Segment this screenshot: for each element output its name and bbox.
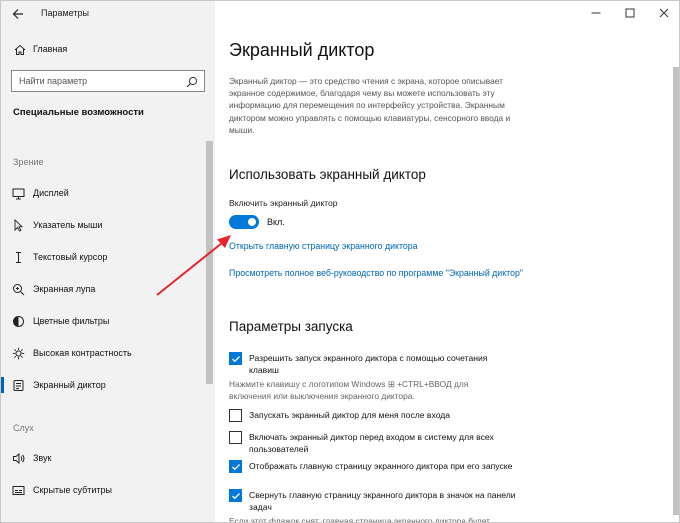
checkbox-checked[interactable] bbox=[229, 460, 242, 473]
option-show-home[interactable]: Отображать главную страницу экранного ди… bbox=[229, 459, 519, 485]
search-icon[interactable] bbox=[186, 75, 198, 88]
sidebar-item-captions[interactable]: Скрытые субтитры bbox=[1, 477, 205, 503]
sidebar-item-label: Высокая контрастность bbox=[33, 348, 132, 358]
toggle-state-label: Вкл. bbox=[267, 217, 285, 227]
sidebar-item-label: Экранная лупа bbox=[33, 284, 96, 294]
open-narrator-home-link[interactable]: Открыть главную страницу экранного дикто… bbox=[229, 240, 418, 252]
option-label: Запускать экранный диктор для меня после… bbox=[249, 410, 451, 420]
checkbox-checked[interactable] bbox=[229, 489, 242, 502]
option-label: Разрешить запуск экранного диктора с пом… bbox=[249, 353, 488, 375]
sidebar-item-label: Указатель мыши bbox=[33, 220, 103, 230]
sidebar-item-label: Звук bbox=[33, 453, 52, 463]
sidebar-item-display[interactable]: Дисплей bbox=[1, 180, 205, 206]
section-title: Специальные возможности bbox=[13, 107, 144, 118]
display-icon bbox=[11, 186, 25, 200]
speaker-icon bbox=[11, 451, 25, 465]
title-bar: Параметры bbox=[1, 1, 215, 27]
sidebar-item-label: Дисплей bbox=[33, 188, 69, 198]
magnifier-icon bbox=[11, 282, 25, 296]
option-label: Включать экранный диктор перед входом в … bbox=[249, 432, 494, 454]
sidebar-item-label: Экранный диктор bbox=[33, 380, 106, 390]
window-title: Параметры bbox=[41, 8, 89, 18]
close-icon[interactable] bbox=[647, 1, 679, 25]
sidebar-item-color-filters[interactable]: Цветные фильтры bbox=[1, 308, 205, 334]
home-icon bbox=[13, 43, 27, 57]
window-controls bbox=[579, 1, 679, 27]
sidebar-item-label: Скрытые субтитры bbox=[33, 485, 113, 495]
sidebar-item-high-contrast[interactable]: Высокая контрастность bbox=[1, 340, 205, 366]
mouse-pointer-icon bbox=[11, 218, 25, 232]
search-box[interactable] bbox=[11, 70, 205, 92]
content-pane: Экранный диктор Экранный диктор — это ср… bbox=[215, 1, 679, 523]
page-title: Экранный диктор bbox=[229, 40, 375, 60]
narrator-guide-link[interactable]: Просмотреть полное веб-руководство по пр… bbox=[229, 267, 529, 279]
option-label: Свернуть главную страницу экранного дикт… bbox=[249, 490, 516, 512]
back-arrow-icon[interactable] bbox=[9, 5, 27, 23]
contrast-icon bbox=[11, 346, 25, 360]
option-minimize-home[interactable]: Свернуть главную страницу экранного дикт… bbox=[229, 488, 519, 514]
group-label-hearing: Слух bbox=[13, 423, 34, 433]
settings-window: Параметры Главная Специальные возможност… bbox=[0, 0, 680, 523]
shortcut-hint: Нажмите клавишу с логотипом Windows ⊞ +C… bbox=[229, 379, 469, 401]
checkbox-checked[interactable] bbox=[229, 352, 242, 365]
use-narrator-heading: Использовать экранный диктор bbox=[229, 167, 426, 182]
checkbox-unchecked[interactable] bbox=[229, 409, 242, 422]
search-input[interactable] bbox=[12, 71, 182, 91]
content-scrollbar[interactable] bbox=[673, 67, 679, 515]
annotation-arrow-icon bbox=[156, 235, 231, 296]
text-cursor-icon bbox=[11, 250, 25, 264]
option-shortcut[interactable]: Разрешить запуск экранного диктора с пом… bbox=[229, 351, 519, 377]
sidebar-item-narrator[interactable]: Экранный диктор bbox=[1, 372, 205, 398]
option-start-before-signin[interactable]: Включать экранный диктор перед входом в … bbox=[229, 430, 519, 456]
page-description: Экранный диктор — это средство чтения с … bbox=[229, 76, 511, 135]
toggle-label: Включить экранный диктор bbox=[229, 198, 338, 208]
option-start-after-signin[interactable]: Запускать экранный диктор для меня после… bbox=[229, 408, 519, 424]
narrator-icon bbox=[11, 378, 25, 392]
sidebar-item-sound[interactable]: Звук bbox=[1, 445, 205, 471]
narrator-toggle[interactable] bbox=[229, 215, 259, 229]
bottom-hint: Если этот флажок снят, главная страница … bbox=[229, 516, 490, 523]
sidebar-item-label: Цветные фильтры bbox=[33, 316, 110, 326]
sidebar-item-label: Главная bbox=[33, 44, 68, 54]
sidebar-item-label: Текстовый курсор bbox=[33, 252, 108, 262]
checkbox-unchecked[interactable] bbox=[229, 431, 242, 444]
color-filter-icon bbox=[11, 314, 25, 328]
group-label-vision: Зрение bbox=[13, 157, 44, 167]
option-label: Отображать главную страницу экранного ди… bbox=[249, 461, 513, 471]
sidebar-item-home[interactable]: Главная bbox=[1, 39, 215, 61]
toggle-knob bbox=[248, 218, 256, 226]
startup-heading: Параметры запуска bbox=[229, 319, 353, 334]
minimize-icon[interactable] bbox=[579, 1, 613, 25]
captions-icon bbox=[11, 483, 25, 497]
maximize-icon[interactable] bbox=[613, 1, 647, 25]
